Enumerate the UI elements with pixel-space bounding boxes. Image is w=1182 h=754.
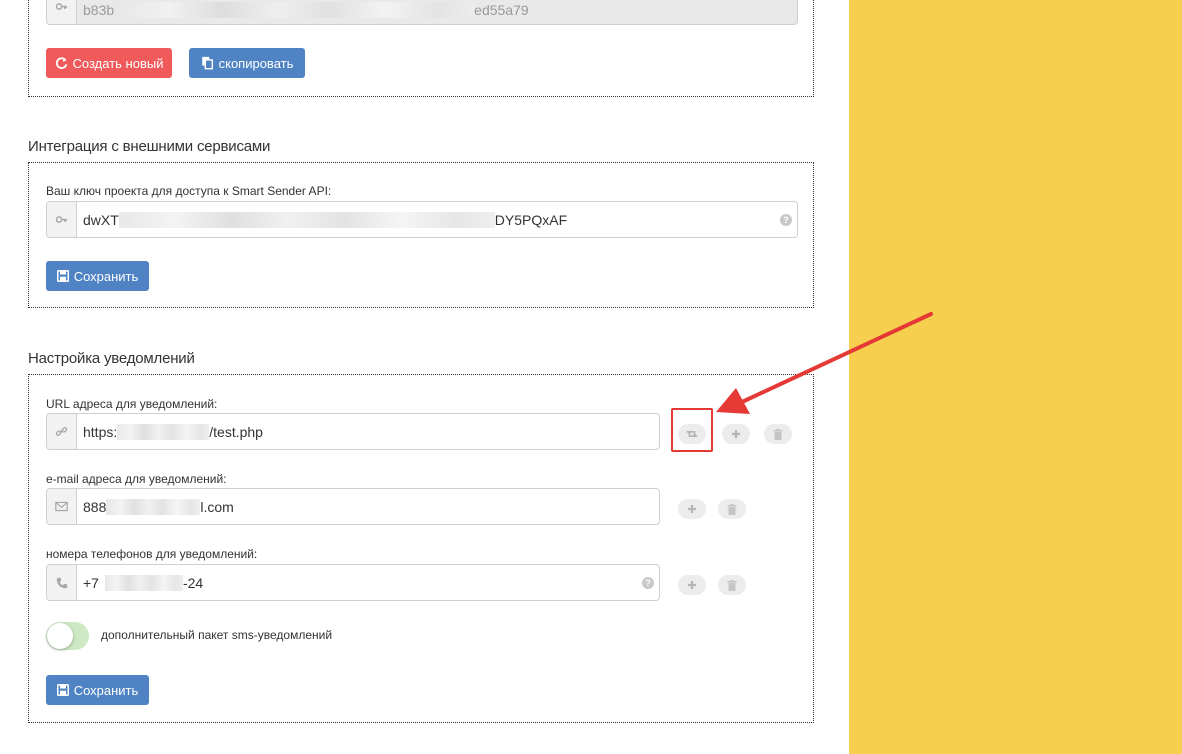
- annotation-arrow: [716, 312, 933, 414]
